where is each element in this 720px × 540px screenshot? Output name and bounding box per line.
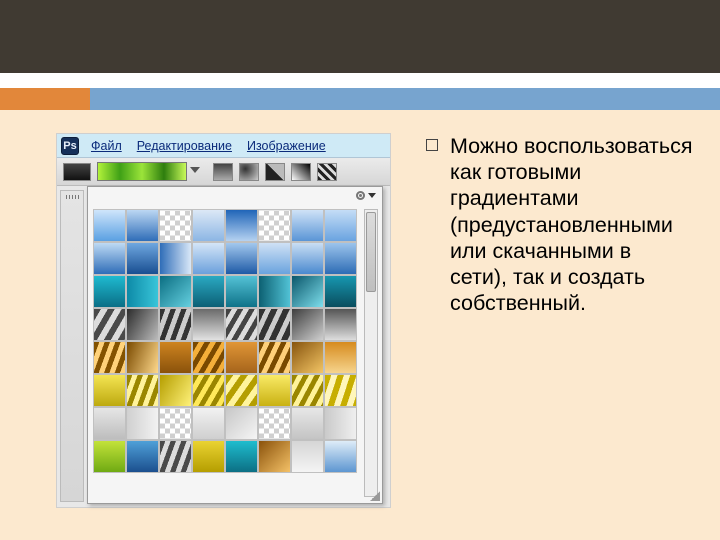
gradient-type-linear-button[interactable]: [213, 163, 233, 181]
gradient-preset[interactable]: [225, 374, 258, 407]
gradient-preset[interactable]: [159, 440, 192, 473]
menu-image[interactable]: Изображение: [247, 139, 326, 153]
gradient-preset[interactable]: [126, 308, 159, 341]
gradient-preset[interactable]: [258, 209, 291, 242]
gradient-preset[interactable]: [324, 341, 357, 374]
gradient-preset[interactable]: [291, 341, 324, 374]
options-bar: [57, 158, 390, 186]
gear-icon: [356, 191, 365, 200]
gradient-preset[interactable]: [126, 209, 159, 242]
accent-blue: [90, 88, 720, 110]
gradient-preset[interactable]: [225, 440, 258, 473]
chevron-down-icon: [368, 193, 376, 198]
menu-file[interactable]: Файл: [91, 139, 122, 153]
gradient-preset-panel: [87, 186, 383, 504]
gradient-preset[interactable]: [258, 440, 291, 473]
gradient-preset[interactable]: [291, 209, 324, 242]
slide-body: Можно воспользоваться как готовыми гради…: [450, 134, 693, 315]
gradient-preset[interactable]: [93, 308, 126, 341]
preset-scrollbar[interactable]: [364, 209, 378, 497]
gradient-preset[interactable]: [291, 242, 324, 275]
gradient-preset[interactable]: [93, 407, 126, 440]
gradient-preset[interactable]: [225, 275, 258, 308]
gradient-preset[interactable]: [324, 440, 357, 473]
scrollbar-thumb[interactable]: [366, 212, 376, 292]
gradient-preset[interactable]: [324, 407, 357, 440]
gradient-preset[interactable]: [126, 341, 159, 374]
bullet-icon: [426, 139, 438, 151]
gradient-preset[interactable]: [258, 242, 291, 275]
gradient-preset[interactable]: [291, 440, 324, 473]
gradient-preset[interactable]: [225, 407, 258, 440]
gradient-preset[interactable]: [324, 275, 357, 308]
gradient-preset[interactable]: [159, 341, 192, 374]
gradient-preset[interactable]: [225, 209, 258, 242]
gradient-preset[interactable]: [93, 374, 126, 407]
gradient-type-radial-button[interactable]: [239, 163, 259, 181]
resize-handle-icon[interactable]: [370, 491, 380, 501]
toolstrip: [60, 190, 84, 502]
gradient-type-diamond-button[interactable]: [317, 163, 337, 181]
gradient-preset[interactable]: [192, 440, 225, 473]
gradient-preset[interactable]: [225, 308, 258, 341]
menu-edit[interactable]: Редактирование: [137, 139, 232, 153]
preset-grid: [93, 209, 359, 497]
gradient-preset[interactable]: [93, 209, 126, 242]
gradient-preset[interactable]: [93, 275, 126, 308]
gradient-preview-button[interactable]: [97, 162, 187, 181]
gradient-preset[interactable]: [192, 242, 225, 275]
gradient-preset[interactable]: [192, 308, 225, 341]
gradient-preset[interactable]: [324, 308, 357, 341]
gradient-preset[interactable]: [126, 407, 159, 440]
gradient-preset[interactable]: [258, 374, 291, 407]
gradient-preset[interactable]: [192, 275, 225, 308]
gradient-preset[interactable]: [126, 374, 159, 407]
gradient-preset[interactable]: [291, 275, 324, 308]
gradient-preset[interactable]: [126, 242, 159, 275]
gradient-preset[interactable]: [192, 374, 225, 407]
accent-orange: [0, 88, 90, 110]
gradient-preset[interactable]: [258, 275, 291, 308]
gradient-preset[interactable]: [258, 407, 291, 440]
gradient-preset[interactable]: [192, 407, 225, 440]
workspace: [57, 186, 390, 507]
slide-body-text: Можно воспользоваться как готовыми гради…: [448, 133, 693, 317]
grip-icon: [66, 195, 80, 199]
gradient-preset[interactable]: [258, 308, 291, 341]
gradient-preset[interactable]: [93, 440, 126, 473]
gradient-preset[interactable]: [126, 275, 159, 308]
gradient-preset[interactable]: [159, 407, 192, 440]
gradient-preset[interactable]: [159, 374, 192, 407]
app-logo-icon: Ps: [61, 137, 79, 155]
gradient-preset[interactable]: [159, 275, 192, 308]
gradient-preset[interactable]: [291, 374, 324, 407]
gradient-preset[interactable]: [93, 341, 126, 374]
gradient-preset[interactable]: [324, 374, 357, 407]
gradient-preset[interactable]: [159, 242, 192, 275]
gradient-preset[interactable]: [291, 308, 324, 341]
gradient-type-reflected-button[interactable]: [291, 163, 311, 181]
gradient-preset[interactable]: [291, 407, 324, 440]
gradient-preset[interactable]: [324, 242, 357, 275]
gradient-preset[interactable]: [225, 242, 258, 275]
gradient-preset[interactable]: [93, 242, 126, 275]
photoshop-screenshot: Ps Файл Редактирование Изображение: [56, 133, 391, 508]
gradient-preset[interactable]: [192, 341, 225, 374]
gradient-preset[interactable]: [192, 209, 225, 242]
tool-preset-button[interactable]: [63, 163, 91, 181]
slide-title-band: [0, 0, 720, 73]
app-menu-bar: Ps Файл Редактирование Изображение: [57, 134, 390, 158]
gradient-preset[interactable]: [324, 209, 357, 242]
gradient-preset[interactable]: [258, 341, 291, 374]
gradient-type-angle-button[interactable]: [265, 163, 285, 181]
gradient-preset[interactable]: [126, 440, 159, 473]
panel-menu-button[interactable]: [356, 191, 376, 200]
gradient-preset[interactable]: [225, 341, 258, 374]
gradient-preset[interactable]: [159, 308, 192, 341]
gradient-preset[interactable]: [159, 209, 192, 242]
